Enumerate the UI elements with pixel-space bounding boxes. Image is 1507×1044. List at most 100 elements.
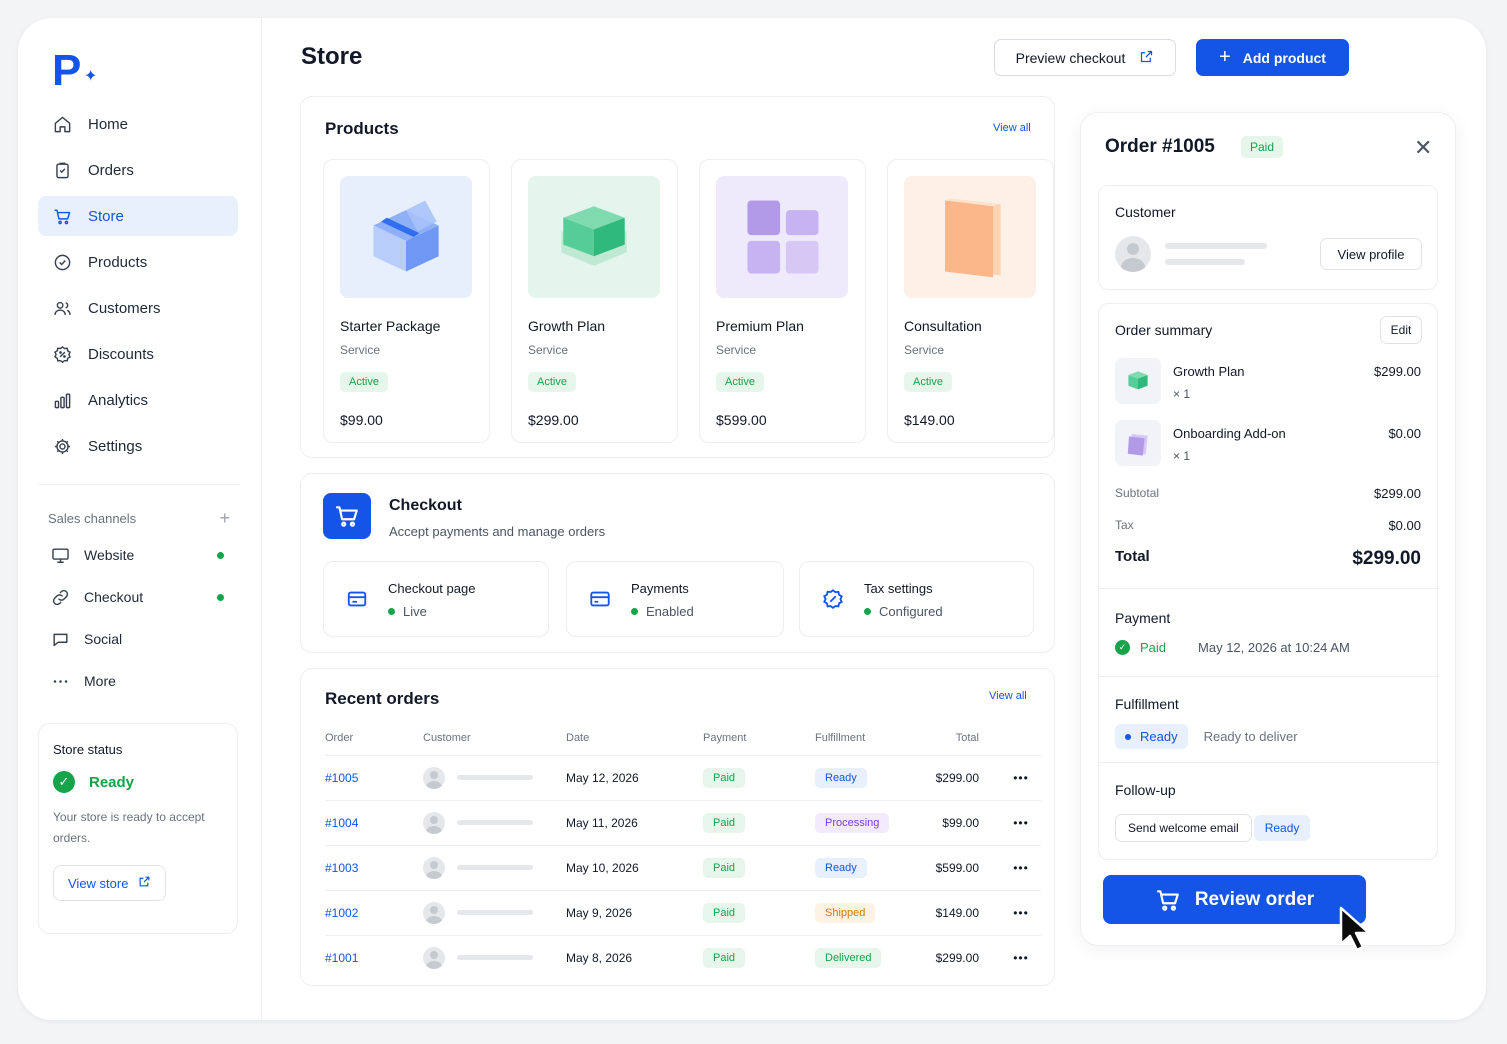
row-more-icon[interactable]: ••• <box>1001 755 1041 801</box>
order-link[interactable]: #1003 <box>325 861 358 875</box>
order-summary-title: Order summary <box>1115 322 1213 338</box>
view-profile-button[interactable]: View profile <box>1320 238 1422 270</box>
row-more-icon[interactable]: ••• <box>1001 935 1041 980</box>
table-row[interactable]: #1002 May 9, 2026 Paid Shipped $149.00 •… <box>325 890 1041 936</box>
add-product-button[interactable]: + Add product <box>1196 39 1349 76</box>
status-badge: Active <box>716 372 764 392</box>
orders-table: Order Customer Date Payment Fulfillment … <box>325 721 1041 980</box>
add-product-label: Add product <box>1242 49 1326 66</box>
payments-box[interactable]: Payments Enabled <box>566 561 784 637</box>
avatar <box>423 901 445 924</box>
view-store-button[interactable]: View store <box>53 865 167 901</box>
product-card[interactable]: Growth Plan Service Active $299.00 <box>511 159 678 443</box>
fulfillment-badge: Ready <box>815 857 867 878</box>
plus-icon: + <box>1219 46 1231 68</box>
channel-label: Social <box>84 631 123 647</box>
box-icon <box>1115 420 1161 466</box>
column-header[interactable]: Customer <box>423 721 566 756</box>
sidebar-item-analytics[interactable]: Analytics <box>38 380 238 420</box>
table-row[interactable]: #1004 May 11, 2026 Paid Processing $99.0… <box>325 800 1041 846</box>
orders-view-all-link[interactable]: View all <box>989 690 1027 702</box>
add-channel-icon[interactable]: + <box>219 508 230 529</box>
products-view-all-link[interactable]: View all <box>993 122 1031 134</box>
store-status-description: Your store is ready to accept orders. <box>53 810 205 845</box>
close-icon[interactable]: ✕ <box>1414 135 1432 161</box>
monitor-icon <box>50 545 70 565</box>
order-link[interactable]: #1001 <box>325 951 358 965</box>
review-order-button[interactable]: Review order <box>1103 875 1366 924</box>
product-card[interactable]: Premium Plan Service Active $599.00 <box>699 159 866 443</box>
row-more-icon[interactable]: ••• <box>1001 890 1041 936</box>
product-card[interactable]: Consultation Service Active $149.00 <box>887 159 1054 443</box>
subtotal-row: Subtotal $299.00 <box>1115 486 1421 501</box>
channel-item-social[interactable]: Social <box>38 618 238 660</box>
preview-checkout-label: Preview checkout <box>1015 49 1126 66</box>
name-placeholder <box>457 910 533 915</box>
send-welcome-email-button[interactable]: Send welcome email <box>1115 814 1252 842</box>
sidebar-item-settings[interactable]: Settings <box>38 426 238 466</box>
sidebar-item-customers[interactable]: Customers <box>38 288 238 328</box>
customer-title: Customer <box>1115 204 1176 220</box>
product-card[interactable]: Starter Package Service Active $99.00 <box>323 159 490 443</box>
product-price: $99.00 <box>340 412 383 428</box>
column-header[interactable]: Total <box>915 721 1001 756</box>
table-row[interactable]: #1003 May 10, 2026 Paid Ready $599.00 ••… <box>325 845 1041 891</box>
sidebar-item-label: Store <box>88 207 124 225</box>
line-item[interactable]: Growth Plan × 1 $299.00 <box>1115 358 1421 406</box>
edit-button[interactable]: Edit <box>1380 316 1422 344</box>
table-row[interactable]: #1005 May 12, 2026 Paid Ready $299.00 ••… <box>325 755 1041 801</box>
line-item[interactable]: Onboarding Add-on × 1 $0.00 <box>1115 420 1421 468</box>
order-link[interactable]: #1002 <box>325 906 358 920</box>
payment-badge: Paid <box>703 947 746 968</box>
product-name: Growth Plan <box>528 318 606 334</box>
channel-item-more[interactable]: More <box>38 660 238 702</box>
order-summary-section: Order summary Edit Growth Plan × 1 $299.… <box>1098 303 1439 860</box>
column-header[interactable]: Payment <box>703 721 815 756</box>
column-header[interactable]: Date <box>566 721 703 756</box>
checkout-title: Checkout <box>389 497 462 514</box>
customer-section: Customer View profile <box>1098 185 1438 290</box>
channel-item-checkout[interactable]: Checkout <box>38 576 238 618</box>
product-type: Service <box>904 343 945 357</box>
fulfillment-title: Fulfillment <box>1115 696 1179 712</box>
brand-spark-icon: ✦ <box>84 68 98 85</box>
sidebar-item-discounts[interactable]: Discounts <box>38 334 238 374</box>
sidebar-item-store[interactable]: Store <box>38 196 238 236</box>
product-type: Service <box>528 343 569 357</box>
customer-cell <box>423 811 566 834</box>
order-link[interactable]: #1004 <box>325 816 358 830</box>
row-more-icon[interactable]: ••• <box>1001 845 1041 891</box>
sidebar-item-home[interactable]: Home <box>38 104 238 144</box>
fulfillment-badge: Shipped <box>815 902 876 923</box>
divider <box>1099 762 1439 763</box>
preview-checkout-button[interactable]: Preview checkout <box>994 39 1176 76</box>
sidebar-item-orders[interactable]: Orders <box>38 150 238 190</box>
channel-item-website[interactable]: Website <box>38 534 238 576</box>
more-icon <box>50 671 70 691</box>
status-dot <box>631 608 638 615</box>
order-total: $149.00 <box>915 890 1001 936</box>
brand-logo[interactable]: P <box>52 46 81 96</box>
checkout-page-box[interactable]: Checkout page Live <box>323 561 549 637</box>
external-link-icon <box>1139 49 1154 67</box>
sidebar-divider <box>38 484 240 485</box>
box-label: Payments <box>631 581 689 596</box>
cart-icon <box>323 493 371 539</box>
tax-row: Tax $0.00 <box>1115 518 1421 533</box>
sidebar-item-products[interactable]: Products <box>38 242 238 282</box>
store-status-value: Ready <box>89 773 135 791</box>
column-header[interactable]: Order <box>325 721 423 756</box>
product-price: $149.00 <box>904 412 955 428</box>
check-circle-icon: ✓ <box>53 771 75 793</box>
sidebar-item-label: Products <box>88 253 148 271</box>
column-header[interactable]: Fulfillment <box>815 721 915 756</box>
row-more-icon[interactable]: ••• <box>1001 800 1041 846</box>
order-link[interactable]: #1005 <box>325 771 358 785</box>
total-value: $299.00 <box>1352 548 1421 569</box>
customer-cell <box>423 856 566 879</box>
followup-status-badge: Ready <box>1253 815 1311 841</box>
discount-icon <box>52 344 72 364</box>
table-row[interactable]: #1001 May 8, 2026 Paid Delivered $299.00… <box>325 935 1041 980</box>
tax-settings-box[interactable]: Tax settings Configured <box>799 561 1034 637</box>
avatar <box>423 811 445 834</box>
